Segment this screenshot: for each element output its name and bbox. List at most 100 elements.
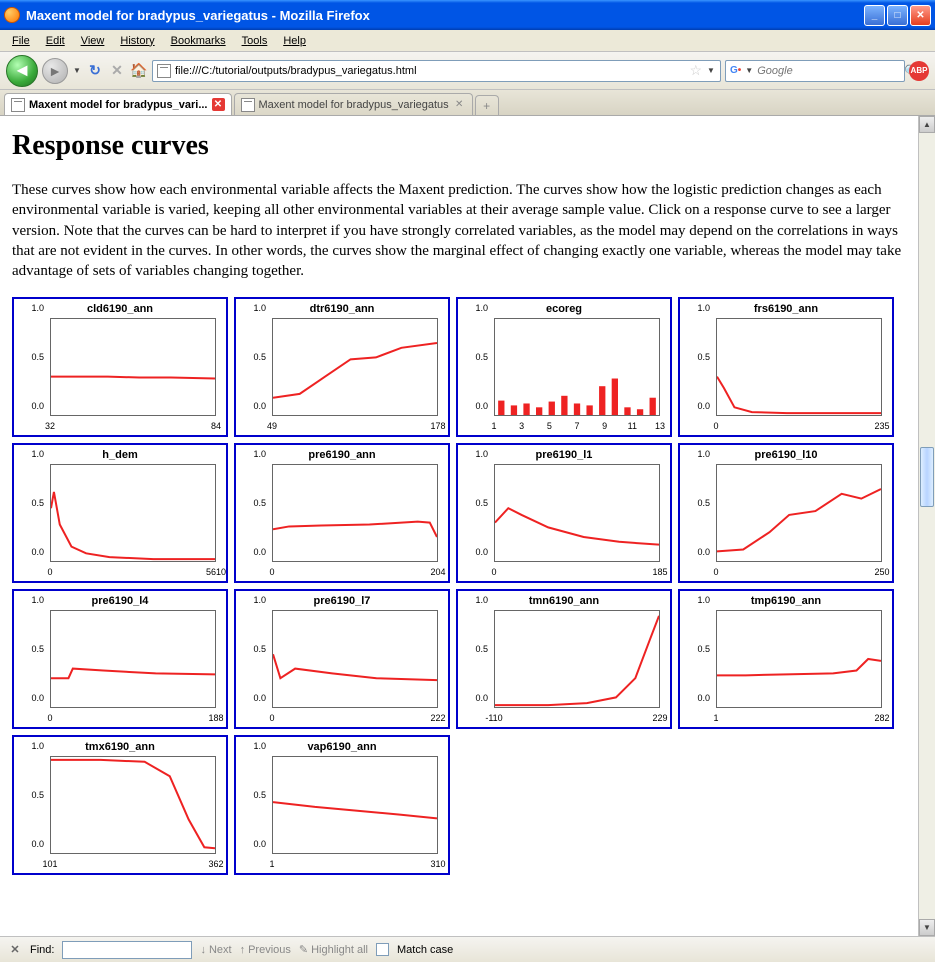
x-tick-label: 1	[713, 713, 718, 723]
y-tick-label: 0.0	[31, 693, 44, 703]
response-curve-chart[interactable]: ecoreg0.00.51.0135791113	[456, 297, 672, 437]
plot-area	[50, 610, 216, 708]
chart-title: pre6190_l1	[458, 449, 670, 461]
tab-close-button[interactable]: ✕	[453, 98, 466, 111]
response-curve-chart[interactable]: vap6190_ann0.00.51.01310	[234, 735, 450, 875]
tab-inactive[interactable]: Maxent model for bradypus_variegatus ✕	[234, 93, 473, 115]
forward-button[interactable]: ►	[42, 58, 68, 84]
stop-button[interactable]: ✕	[108, 62, 126, 80]
google-icon[interactable]: G•	[730, 64, 741, 78]
y-tick-label: 0.0	[697, 693, 710, 703]
find-highlight-button[interactable]: ✎ Highlight all	[299, 943, 368, 956]
menu-help[interactable]: Help	[277, 33, 312, 49]
find-input[interactable]	[62, 941, 192, 959]
tab-active[interactable]: Maxent model for bradypus_vari... ✕	[4, 93, 232, 115]
y-tick-label: 0.0	[31, 547, 44, 557]
find-next-button[interactable]: ↓ Next	[200, 944, 231, 956]
chart-title: pre6190_l4	[14, 595, 226, 607]
chart-title: pre6190_l7	[236, 595, 448, 607]
menu-view[interactable]: View	[75, 33, 111, 49]
tab-close-button[interactable]: ✕	[212, 98, 225, 111]
y-tick-label: 0.5	[475, 498, 488, 508]
search-engine-dropdown-icon[interactable]: ▼	[745, 66, 753, 75]
response-curve-chart[interactable]: pre6190_l100.00.51.00250	[678, 443, 894, 583]
x-tick-label: 310	[430, 859, 445, 869]
y-tick-label: 0.0	[475, 693, 488, 703]
menu-bar: File Edit View History Bookmarks Tools H…	[0, 30, 935, 52]
find-close-button[interactable]: ✕	[8, 943, 22, 956]
url-input[interactable]	[175, 65, 685, 77]
menu-history[interactable]: History	[114, 33, 160, 49]
x-tick-label: 188	[208, 713, 223, 723]
y-tick-label: 0.5	[253, 352, 266, 362]
scroll-thumb[interactable]	[920, 447, 934, 507]
y-tick-label: 0.0	[253, 693, 266, 703]
x-tick-label: 84	[211, 421, 221, 431]
response-curve-chart[interactable]: pre6190_l70.00.51.00222	[234, 589, 450, 729]
y-tick-label: 0.5	[253, 790, 266, 800]
plot-area	[494, 464, 660, 562]
plot-area	[272, 464, 438, 562]
response-curve-chart[interactable]: tmp6190_ann0.00.51.01282	[678, 589, 894, 729]
response-curve-chart[interactable]: pre6190_ann0.00.51.00204	[234, 443, 450, 583]
firefox-icon	[4, 7, 20, 23]
scroll-down-button[interactable]: ▼	[919, 919, 935, 936]
scroll-up-button[interactable]: ▲	[919, 116, 935, 133]
x-tick-label: 204	[430, 567, 445, 577]
new-tab-button[interactable]: +	[475, 95, 499, 115]
y-tick-label: 1.0	[253, 741, 266, 751]
search-bar[interactable]: G• ▼ 🔍	[725, 60, 905, 82]
x-tick-label: -110	[485, 713, 502, 723]
find-previous-button[interactable]: ↑ Previous	[240, 944, 291, 956]
x-tick-label: 222	[430, 713, 445, 723]
match-case-checkbox[interactable]	[376, 943, 389, 956]
address-bar[interactable]: ☆ ▼	[152, 60, 721, 82]
y-tick-label: 0.5	[697, 498, 710, 508]
menu-bookmarks[interactable]: Bookmarks	[165, 33, 232, 49]
menu-tools[interactable]: Tools	[236, 33, 274, 49]
back-button[interactable]: ◄	[6, 55, 38, 87]
x-tick-label: 0	[713, 567, 718, 577]
y-tick-label: 0.5	[475, 644, 488, 654]
scroll-track[interactable]	[919, 133, 935, 919]
x-tick-label: 32	[45, 421, 55, 431]
y-tick-label: 0.5	[697, 644, 710, 654]
y-tick-label: 1.0	[253, 449, 266, 459]
response-curve-chart[interactable]: h_dem0.00.51.005610	[12, 443, 228, 583]
search-input[interactable]	[757, 65, 900, 77]
adblock-icon[interactable]: ABP	[909, 61, 929, 81]
window-maximize-button[interactable]: □	[887, 5, 908, 26]
response-curve-chart[interactable]: tmn6190_ann0.00.51.0-110229	[456, 589, 672, 729]
chart-title: tmp6190_ann	[680, 595, 892, 607]
bookmark-star-icon[interactable]: ☆	[689, 62, 702, 79]
menu-edit[interactable]: Edit	[40, 33, 71, 49]
y-tick-label: 0.0	[475, 547, 488, 557]
window-titlebar: Maxent model for bradypus_variegatus - M…	[0, 0, 935, 30]
window-minimize-button[interactable]: _	[864, 5, 885, 26]
window-close-button[interactable]: ✕	[910, 5, 931, 26]
reload-button[interactable]: ↻	[86, 62, 104, 80]
x-tick-label: 178	[430, 421, 445, 431]
response-curve-chart[interactable]: frs6190_ann0.00.51.00235	[678, 297, 894, 437]
menu-file[interactable]: File	[6, 33, 36, 49]
x-tick-label: 3	[519, 421, 524, 431]
x-tick-label: 7	[574, 421, 579, 431]
history-dropdown-icon[interactable]: ▼	[72, 66, 82, 75]
x-tick-label: 0	[713, 421, 718, 431]
y-tick-label: 0.0	[31, 401, 44, 411]
y-tick-label: 0.0	[253, 401, 266, 411]
url-dropdown-icon[interactable]: ▼	[706, 66, 716, 75]
x-tick-label: 229	[652, 713, 667, 723]
response-curve-chart[interactable]: pre6190_l40.00.51.00188	[12, 589, 228, 729]
y-tick-label: 0.0	[697, 547, 710, 557]
home-button[interactable]: 🏠	[130, 62, 148, 80]
y-tick-label: 0.5	[253, 644, 266, 654]
response-curve-chart[interactable]: tmx6190_ann0.00.51.0101362	[12, 735, 228, 875]
response-curve-chart[interactable]: pre6190_l10.00.51.00185	[456, 443, 672, 583]
response-curve-chart[interactable]: cld6190_ann0.00.51.03284	[12, 297, 228, 437]
navigation-toolbar: ◄ ► ▼ ↻ ✕ 🏠 ☆ ▼ G• ▼ 🔍 ABP	[0, 52, 935, 90]
chart-title: vap6190_ann	[236, 741, 448, 753]
x-tick-label: 5610	[206, 567, 226, 577]
vertical-scrollbar[interactable]: ▲ ▼	[918, 116, 935, 936]
response-curve-chart[interactable]: dtr6190_ann0.00.51.049178	[234, 297, 450, 437]
